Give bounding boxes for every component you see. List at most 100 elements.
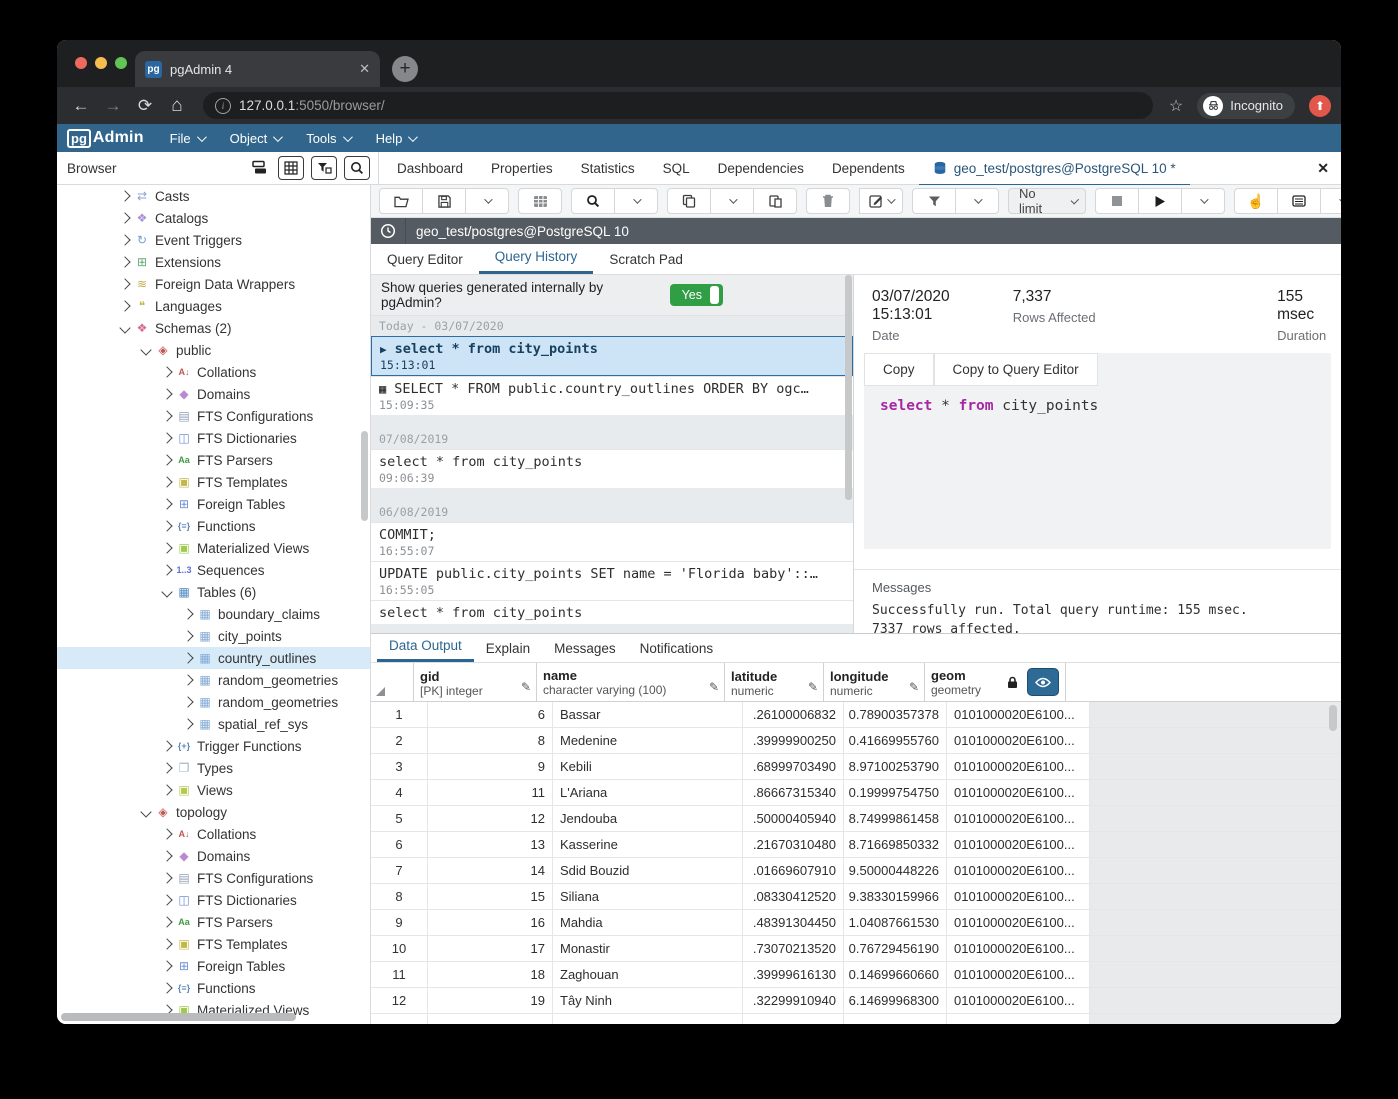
twistie-icon[interactable] — [161, 916, 172, 927]
history-entry[interactable]: UPDATE public.city_points SET name = 'Fl… — [371, 561, 853, 600]
cell-latitude[interactable]: .48391304450 — [743, 910, 844, 935]
cell-geom[interactable]: 0101000020E6100... — [947, 962, 1090, 987]
address-bar[interactable]: i 127.0.0.1:5050/browser/ — [203, 92, 1153, 119]
twistie-icon[interactable] — [182, 630, 193, 641]
internal-queries-toggle[interactable]: Yes — [670, 284, 723, 306]
tree-item-fts-parsers[interactable]: AaFTS Parsers — [57, 449, 370, 471]
tab-query-tool[interactable]: geo_test/postgres@PostgreSQL 10 * — [919, 149, 1190, 187]
edit-button[interactable] — [859, 188, 903, 214]
twistie-icon[interactable] — [161, 960, 172, 971]
twistie-icon[interactable] — [161, 850, 172, 861]
twistie-icon[interactable] — [182, 718, 193, 729]
cell-latitude[interactable]: .39999900250 — [743, 728, 844, 753]
cell-latitude[interactable]: .32299910940 — [743, 988, 844, 1013]
cell-longitude[interactable]: 0.19999754750 — [844, 780, 947, 805]
menu-file[interactable]: File — [170, 131, 204, 146]
cell-longitude[interactable]: 0.14699660660 — [844, 962, 947, 987]
tree-item-tables-6-[interactable]: ▦Tables (6) — [57, 581, 370, 603]
edit-column-icon[interactable]: ✎ — [521, 680, 531, 694]
cell-name[interactable]: Siliana — [553, 884, 743, 909]
table-row[interactable]: 613Kasserine.216703104808.71669850332010… — [371, 832, 1341, 858]
twistie-icon[interactable] — [161, 388, 172, 399]
search-query-button[interactable] — [571, 188, 615, 214]
cell-geom[interactable]: 0101000020E6100... — [947, 936, 1090, 961]
table-row[interactable]: 916Mahdia.483913044501.04087661530010100… — [371, 910, 1341, 936]
tree-item-fts-templates[interactable]: ▣FTS Templates — [57, 933, 370, 955]
menu-help[interactable]: Help — [376, 131, 416, 146]
cell-latitude[interactable]: .39999616130 — [743, 962, 844, 987]
table-row[interactable]: 815Siliana.083304125209.3833015996601010… — [371, 884, 1341, 910]
tree-item-languages[interactable]: ❝Languages — [57, 295, 370, 317]
tree-item-functions[interactable]: {≡}Functions — [57, 515, 370, 537]
twistie-icon[interactable] — [161, 498, 172, 509]
cell-latitude[interactable]: .50000405940 — [743, 806, 844, 831]
cell-gid[interactable]: 6 — [428, 702, 553, 727]
copy-to-editor-button[interactable]: Copy to Query Editor — [934, 353, 1098, 386]
row-limit-select[interactable]: No limit — [1008, 188, 1086, 214]
tree-item-random-geometries[interactable]: ▦random_geometries — [57, 691, 370, 713]
cell-longitude[interactable]: 8.97100253790 — [844, 754, 947, 779]
table-row[interactable]: 1017Monastir.730702135200.76729456190010… — [371, 936, 1341, 962]
column-header-geom[interactable]: geom geometry — [925, 663, 1066, 701]
view-geometry-eye-button[interactable] — [1027, 668, 1059, 696]
twistie-icon[interactable] — [119, 212, 130, 223]
cell-name[interactable]: Monastir — [553, 936, 743, 961]
tab-dependencies[interactable]: Dependencies — [704, 152, 818, 184]
menu-object[interactable]: Object — [230, 131, 281, 146]
history-entry[interactable]: select * from city_points — [371, 600, 853, 624]
twistie-icon[interactable] — [182, 608, 193, 619]
reload-icon[interactable]: ⟳ — [131, 96, 159, 116]
cell-name[interactable]: Kebili — [553, 754, 743, 779]
tab-properties[interactable]: Properties — [477, 152, 567, 184]
table-row[interactable]: 714Sdid Bouzid.016696079109.500004482260… — [371, 858, 1341, 884]
filter-button[interactable] — [912, 188, 956, 214]
twistie-icon[interactable] — [161, 872, 172, 883]
cell-latitude[interactable]: .08330412520 — [743, 884, 844, 909]
select-all-corner[interactable] — [371, 663, 414, 701]
delete-button[interactable] — [806, 188, 850, 214]
tree-item-foreign-tables[interactable]: ⊞Foreign Tables — [57, 955, 370, 977]
history-entry[interactable]: ▶select * from city_points15:13:01 — [371, 336, 853, 376]
save-file-button[interactable] — [423, 188, 466, 214]
tree-item-fts-dictionaries[interactable]: ◫FTS Dictionaries — [57, 889, 370, 911]
table-row[interactable]: 512Jendouba.500004059408.749998614580101… — [371, 806, 1341, 832]
tree-item-domains[interactable]: ◆Domains — [57, 845, 370, 867]
table-row[interactable]: 411L'Ariana.866673153400.199997547500101… — [371, 780, 1341, 806]
cell-gid[interactable]: 14 — [428, 858, 553, 883]
site-info-icon[interactable]: i — [215, 98, 231, 114]
copy-query-button[interactable]: Copy — [864, 353, 934, 386]
cell-latitude[interactable]: .21670310480 — [743, 832, 844, 857]
tab-explain[interactable]: Explain — [474, 635, 542, 662]
minimize-window-button[interactable] — [95, 57, 107, 69]
column-header-latitude[interactable]: latitude numeric ✎ — [725, 663, 824, 701]
cell-geom[interactable]: 0101000020E6100... — [947, 832, 1090, 857]
tree-item-casts[interactable]: ⇄Casts — [57, 185, 370, 207]
twistie-icon[interactable] — [119, 300, 130, 311]
twistie-icon[interactable] — [161, 586, 172, 597]
cell-latitude[interactable]: .68999703490 — [743, 754, 844, 779]
edit-column-icon[interactable]: ✎ — [709, 680, 719, 694]
cell-name[interactable]: Mahdia — [553, 910, 743, 935]
tree-item-sequences[interactable]: 1..3Sequences — [57, 559, 370, 581]
twistie-icon[interactable] — [161, 520, 172, 531]
cell-gid[interactable]: 15 — [428, 884, 553, 909]
tree-item-materialized-views[interactable]: ▣Materialized Views — [57, 537, 370, 559]
twistie-icon[interactable] — [140, 344, 151, 355]
explain-hand-button[interactable]: ☝ — [1234, 188, 1278, 214]
table-row[interactable]: 1219Tây Ninh.322999109406.14699968300010… — [371, 988, 1341, 1014]
tree-item-extensions[interactable]: ⊞Extensions — [57, 251, 370, 273]
cell-gid[interactable]: 17 — [428, 936, 553, 961]
tree-item-boundary-claims[interactable]: ▦boundary_claims — [57, 603, 370, 625]
history-entry[interactable]: ▦SELECT * FROM public.country_outlines O… — [371, 376, 853, 415]
column-header-gid[interactable]: gid [PK] integer ✎ — [414, 663, 537, 701]
tab-dependents[interactable]: Dependents — [818, 152, 919, 184]
table-row[interactable]: 1118Zaghouan.399996161300.14699660660010… — [371, 962, 1341, 988]
cell-name[interactable]: Kasserine — [553, 832, 743, 857]
cell-gid[interactable]: 13 — [428, 832, 553, 857]
twistie-icon[interactable] — [161, 410, 172, 421]
twistie-icon[interactable] — [119, 190, 130, 201]
cell-latitude[interactable]: .01669607910 — [743, 858, 844, 883]
execute-button[interactable] — [1139, 188, 1182, 214]
tree-item-collations[interactable]: A↓Collations — [57, 361, 370, 383]
tree-item-foreign-data-wrappers[interactable]: ≋Foreign Data Wrappers — [57, 273, 370, 295]
